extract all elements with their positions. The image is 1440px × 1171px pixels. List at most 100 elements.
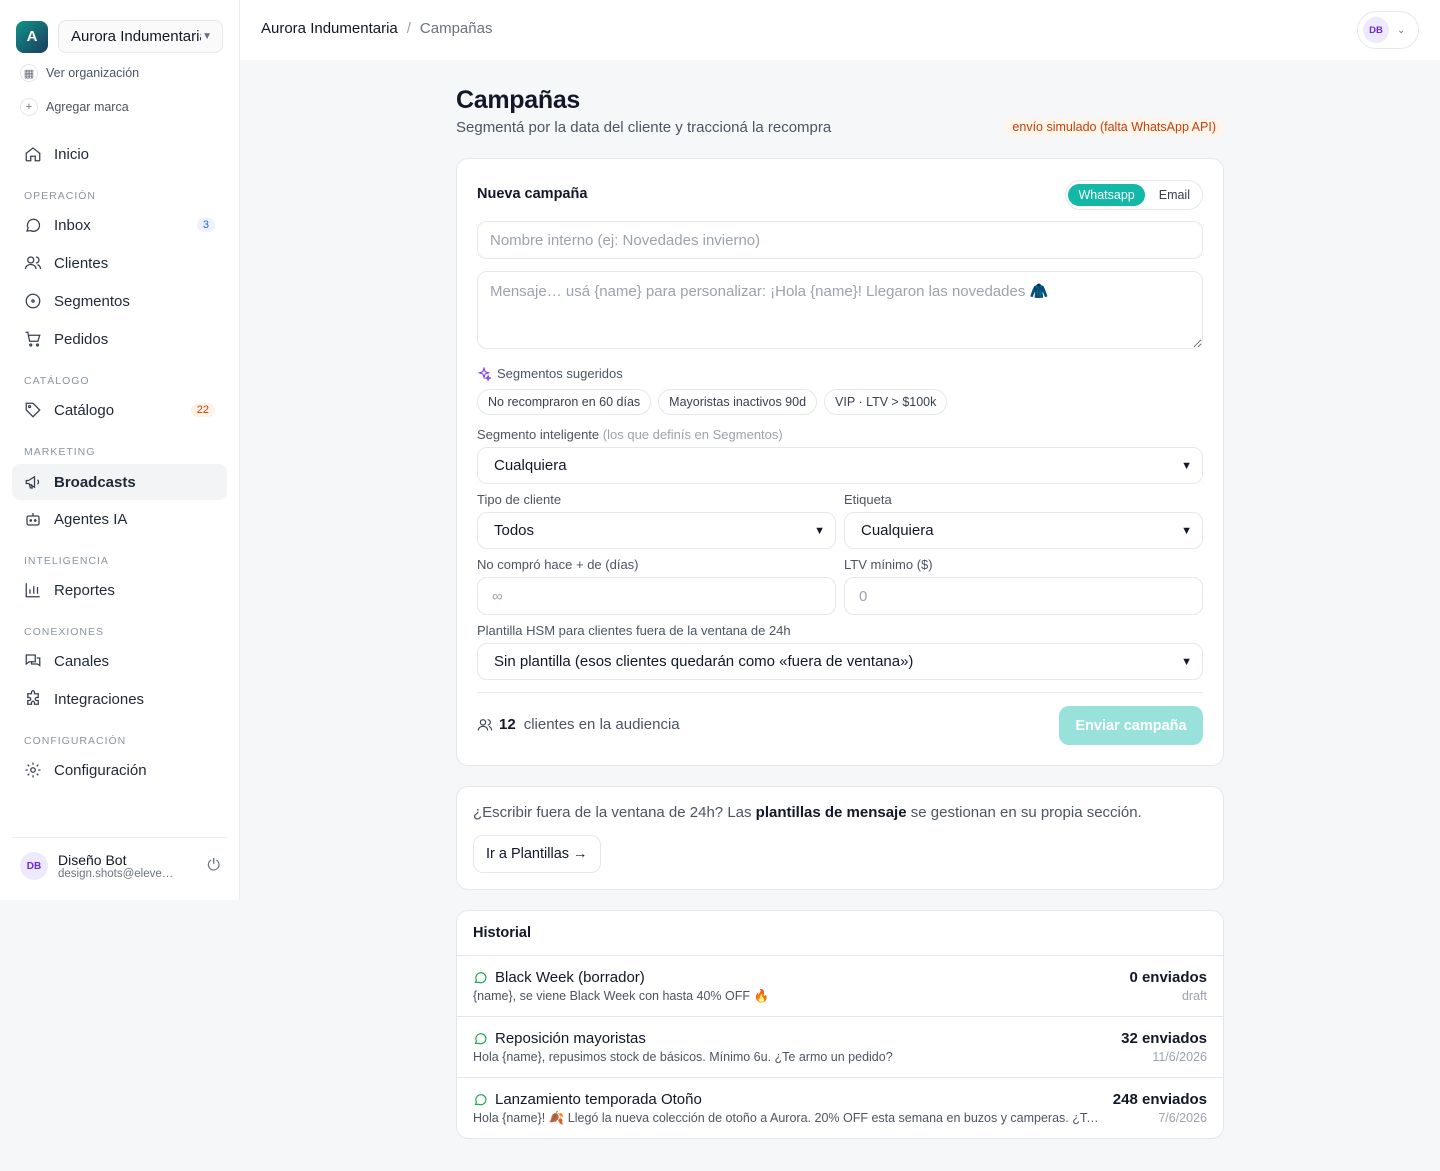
sidebar-item-reportes[interactable]: Reportes	[12, 572, 227, 608]
chip-suggested-segment[interactable]: Mayoristas inactivos 90d	[658, 389, 818, 415]
history-title: Historial	[473, 925, 532, 941]
history-row-message: {name}, se viene Black Week con hasta 40…	[473, 989, 770, 1003]
chevron-down-icon: ▼	[1181, 459, 1192, 472]
sidebar-divider	[12, 837, 227, 838]
message-textarea[interactable]	[477, 271, 1203, 349]
templates-info-card: ¿Escribir fuera de la ventana de 24h? La…	[456, 786, 1224, 890]
channel-email[interactable]: Email	[1149, 184, 1200, 206]
history-row-date: 11/6/2026	[1152, 1050, 1207, 1064]
send-campaign-button[interactable]: Enviar campaña	[1059, 706, 1203, 745]
sidebar-item-integraciones[interactable]: Integraciones	[12, 681, 227, 717]
add-brand-link[interactable]: + Agregar marca	[20, 98, 129, 116]
chat-bubble-icon	[474, 1094, 487, 1106]
sidebar-item-inbox[interactable]: Inbox 3	[12, 207, 227, 243]
user-menu-button[interactable]: DB ⌄	[1357, 11, 1419, 49]
cart-icon	[25, 331, 41, 347]
days-input[interactable]: ∞	[477, 577, 836, 615]
audience-count: 12	[499, 716, 516, 733]
sidebar-item-clientes[interactable]: Clientes	[12, 245, 227, 281]
plus-icon: +	[20, 98, 38, 116]
bar-chart-icon	[25, 583, 40, 598]
smart-segment-label-text: Segmento inteligente	[477, 427, 600, 442]
days-placeholder: ∞	[492, 587, 503, 605]
users-icon	[24, 256, 42, 270]
sidebar-item-label: Inicio	[54, 145, 90, 163]
sidebar-item-label: Catálogo	[54, 401, 115, 419]
chevron-down-icon: ⌄	[1397, 24, 1406, 36]
catalog-count-badge: 22	[190, 403, 215, 417]
history-row-title-text: Lanzamiento temporada Otoño	[495, 1091, 702, 1108]
tag-icon	[25, 402, 41, 418]
section-label-operacion: OPERACIÓN	[24, 190, 97, 202]
avatar: DB	[1363, 17, 1389, 43]
view-org-label: Ver organización	[46, 66, 140, 80]
suggested-segments-label: Segmentos sugeridos	[477, 366, 623, 381]
smart-segment-value: Cualquiera	[494, 457, 567, 474]
breadcrumb-org[interactable]: Aurora Indumentaria	[261, 20, 398, 37]
simulated-send-badge: envío simulado (falta WhatsApp API)	[1004, 118, 1224, 136]
tag-select[interactable]: Cualquiera ▼	[844, 512, 1203, 549]
sparkles-icon	[477, 366, 491, 381]
client-type-select[interactable]: Todos ▼	[477, 512, 836, 549]
sidebar-item-configuracion[interactable]: Configuración	[12, 752, 227, 788]
org-switcher-row: A Aurora Indumentaria ▼	[16, 20, 223, 53]
org-logo: A	[16, 20, 48, 53]
card-title: Nueva campaña	[477, 186, 588, 202]
chat-bubble-icon	[474, 1033, 487, 1045]
inbox-count-badge: 3	[196, 218, 215, 232]
section-label-catalogo: CATÁLOGO	[24, 375, 90, 387]
history-row-count: 248 enviados	[1112, 1091, 1207, 1108]
history-row[interactable]: Lanzamiento temporada Otoño Hola {name}!…	[457, 1078, 1223, 1138]
user-name: Diseño Bot	[58, 852, 127, 868]
ltv-input[interactable]: 0	[844, 577, 1203, 615]
breadcrumb-current: Campañas	[419, 20, 493, 37]
logout-icon[interactable]: ⏻	[207, 857, 220, 875]
bot-icon	[26, 513, 40, 526]
main-content: Campañas Segmentá por la data del client…	[456, 86, 1224, 1139]
history-row-date: draft	[1181, 989, 1207, 1003]
chip-suggested-segment[interactable]: No recompraron en 60 días	[477, 389, 652, 415]
ltv-label: LTV mínimo ($)	[844, 557, 933, 572]
sidebar-item-pedidos[interactable]: Pedidos	[12, 321, 227, 357]
section-label-configuracion: CONFIGURACIÓN	[24, 735, 127, 747]
add-brand-label: Agregar marca	[46, 100, 129, 114]
channel-toggle: Whatsapp Email	[1065, 180, 1203, 210]
campaign-name-input[interactable]	[477, 221, 1203, 259]
hsm-label: Plantilla HSM para clientes fuera de la …	[477, 623, 791, 638]
go-to-templates-button[interactable]: Ir a Plantillas →	[473, 835, 601, 873]
history-row-title: Black Week (borrador)	[473, 969, 645, 986]
templates-text-bold: plantillas de mensaje	[755, 804, 907, 821]
sidebar-item-segmentos[interactable]: Segmentos	[12, 283, 227, 319]
hsm-template-select[interactable]: Sin plantilla (esos clientes quedarán co…	[477, 643, 1203, 680]
smart-segment-select[interactable]: Cualquiera ▼	[477, 447, 1203, 484]
sidebar-item-canales[interactable]: Canales	[12, 643, 227, 679]
history-row-message: Hola {name}! 🍂 Llegó la nueva colección …	[473, 1111, 1099, 1125]
sidebar-item-broadcasts[interactable]: Broadcasts	[12, 464, 227, 500]
chevron-down-icon: ▼	[1181, 655, 1192, 668]
sidebar-item-label: Clientes	[54, 254, 109, 272]
sidebar-item-label: Integraciones	[54, 690, 145, 708]
sidebar-item-agentes[interactable]: Agentes IA	[12, 501, 227, 537]
page-title: Campañas	[456, 86, 581, 114]
home-icon	[25, 147, 41, 162]
sidebar-item-inicio[interactable]: Inicio	[12, 136, 227, 172]
chat-bubble-icon	[474, 972, 487, 984]
sidebar-item-label: Configuración	[54, 761, 147, 779]
client-type-value: Todos	[494, 522, 535, 539]
org-select[interactable]: Aurora Indumentaria ▼	[58, 20, 223, 53]
sidebar-item-label: Agentes IA	[54, 510, 128, 528]
form-divider	[477, 692, 1203, 693]
view-org-link[interactable]: ▦ Ver organización	[20, 64, 139, 82]
chip-suggested-segment[interactable]: VIP · LTV > $100k	[824, 389, 948, 415]
sidebar-item-label: Broadcasts	[54, 473, 136, 491]
history-row[interactable]: Black Week (borrador) {name}, se viene B…	[457, 956, 1223, 1017]
chevron-down-icon: ▼	[202, 31, 212, 42]
suggested-segments-text: Segmentos sugeridos	[497, 366, 623, 381]
hsm-template-value: Sin plantilla (esos clientes quedarán co…	[494, 653, 914, 670]
sidebar-item-label: Reportes	[54, 581, 115, 599]
channel-whatsapp[interactable]: Whatsapp	[1068, 184, 1145, 206]
sidebar-item-label: Inbox	[54, 216, 91, 234]
templates-info-text: ¿Escribir fuera de la ventana de 24h? La…	[473, 804, 1142, 821]
sidebar-item-catalogo[interactable]: Catálogo 22	[12, 392, 227, 428]
history-row[interactable]: Reposición mayoristas Hola {name}, repus…	[457, 1017, 1223, 1078]
